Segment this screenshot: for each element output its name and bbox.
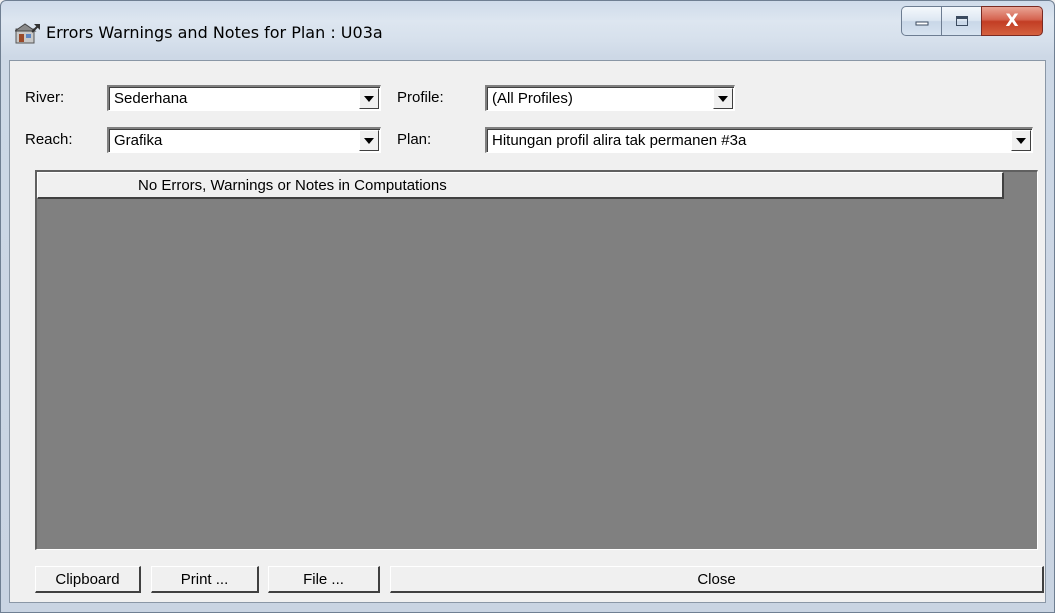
clipboard-button[interactable]: Clipboard [35,566,141,593]
close-button[interactable]: Close [390,566,1044,593]
close-window-button[interactable]: X [981,6,1043,36]
chevron-down-icon[interactable] [1011,130,1031,151]
chevron-down-icon[interactable] [359,88,379,109]
profile-select-value: (All Profiles) [492,90,573,107]
minimize-icon [915,21,928,26]
plan-select[interactable]: Hitungan profil alira tak permanen #3a [485,127,1033,153]
reach-label: Reach: [25,131,73,148]
profile-select[interactable]: (All Profiles) [485,85,735,111]
close-icon: X [1005,11,1019,31]
messages-grid[interactable]: No Errors, Warnings or Notes in Computat… [35,170,1038,550]
plan-select-value: Hitungan profil alira tak permanen #3a [492,132,747,149]
river-select-value: Sederhana [114,90,188,107]
chevron-down-icon[interactable] [359,130,379,151]
maximize-button[interactable] [941,6,981,36]
plan-label: Plan: [397,131,432,148]
reach-select-value: Grafika [114,132,163,149]
window-title: Errors Warnings and Notes for Plan : U03… [46,23,383,42]
print-button[interactable]: Print ... [151,566,259,593]
grid-column-header: No Errors, Warnings or Notes in Computat… [37,172,1004,199]
caption-buttons: X [901,6,1043,36]
title-bar[interactable]: Errors Warnings and Notes for Plan : U03… [1,1,1054,59]
errors-warnings-window: Errors Warnings and Notes for Plan : U03… [0,0,1055,613]
reach-select[interactable]: Grafika [107,127,381,153]
chevron-down-icon[interactable] [713,88,733,109]
app-icon [15,23,40,44]
minimize-button[interactable] [901,6,941,36]
dialog-client-area: River: Sederhana Profile: (All Profiles)… [9,60,1046,603]
profile-label: Profile: [397,89,444,106]
river-select[interactable]: Sederhana [107,85,381,111]
file-button[interactable]: File ... [268,566,380,593]
maximize-icon [955,16,968,26]
river-label: River: [25,89,65,106]
